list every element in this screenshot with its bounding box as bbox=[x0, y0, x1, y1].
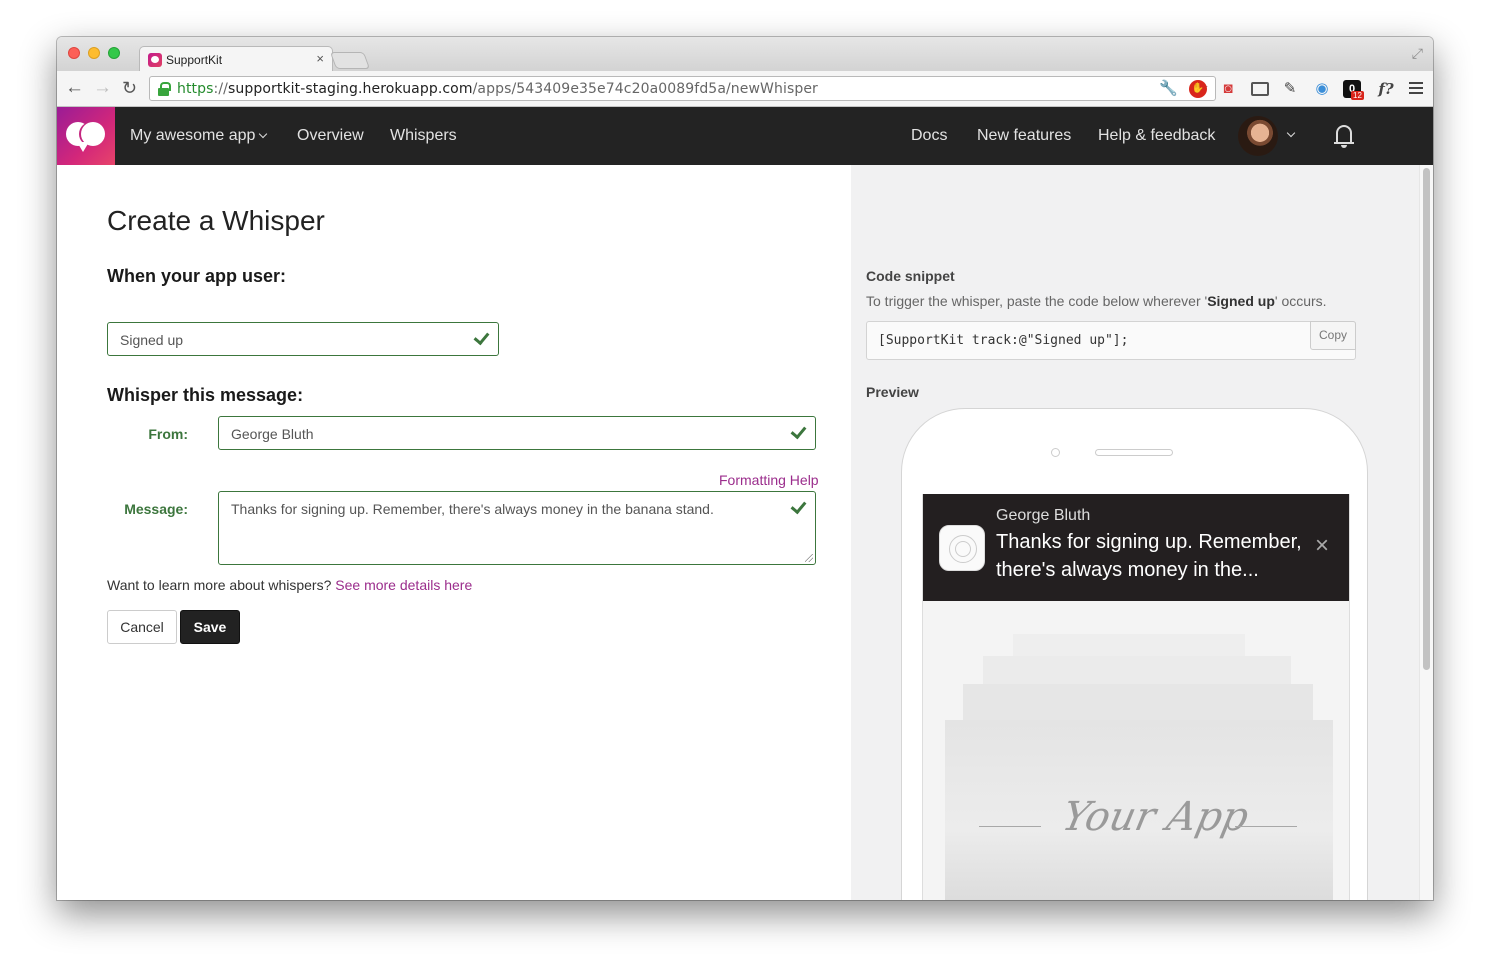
browser-tab[interactable]: SupportKit × bbox=[139, 46, 333, 72]
preview-panel: Code snippet To trigger the whisper, pas… bbox=[851, 165, 1419, 900]
nav-docs[interactable]: Docs bbox=[911, 127, 947, 145]
page-title: Create a Whisper bbox=[107, 205, 325, 236]
forward-arrow-icon[interactable]: → bbox=[93, 77, 112, 99]
cast-icon[interactable] bbox=[1251, 82, 1269, 96]
see-more-details-link[interactable]: See more details here bbox=[335, 577, 472, 593]
divider bbox=[1235, 826, 1297, 827]
window-minimize-button[interactable] bbox=[88, 47, 100, 59]
camera-icon[interactable]: ◉ bbox=[1313, 80, 1331, 98]
save-button[interactable]: Save bbox=[180, 610, 240, 644]
tab-close-icon[interactable]: × bbox=[316, 51, 324, 66]
reload-icon[interactable]: ↻ bbox=[122, 77, 137, 99]
back-arrow-icon[interactable]: ← bbox=[65, 77, 84, 99]
tab-title: SupportKit bbox=[166, 53, 223, 67]
copy-button[interactable]: Copy bbox=[1310, 321, 1356, 350]
checkmark-icon bbox=[791, 502, 805, 512]
code-snippet-box[interactable]: [SupportKit track:@"Signed up"]; Copy bbox=[866, 321, 1356, 360]
whisper-form: Create a Whisper When your app user: Sig… bbox=[57, 165, 851, 900]
logo-tail-icon bbox=[77, 142, 89, 152]
record-icon[interactable]: ◙ bbox=[1219, 80, 1237, 98]
address-bar[interactable]: https://supportkit-staging.herokuapp.com… bbox=[149, 76, 1216, 101]
browser-toolbar: ← → ↻ https://supportkit-staging.herokua… bbox=[57, 71, 1433, 107]
bell-icon[interactable] bbox=[1334, 123, 1354, 149]
wrench-icon[interactable]: 🔧 bbox=[1159, 80, 1178, 98]
new-tab-button[interactable] bbox=[329, 52, 371, 69]
fullscreen-icon[interactable]: ⤢ bbox=[1412, 45, 1423, 62]
code-snippet-heading: Code snippet bbox=[866, 268, 955, 284]
font-icon[interactable]: f? bbox=[1375, 80, 1397, 98]
message-textarea[interactable]: Thanks for signing up. Remember, there's… bbox=[218, 491, 816, 565]
phone-mockup: Your App George Bluth Thanks for signing… bbox=[901, 408, 1368, 900]
whisper-heading: Whisper this message: bbox=[107, 385, 304, 405]
adblock-icon[interactable]: ✋ bbox=[1189, 80, 1207, 98]
code-snippet-description: To trigger the whisper, paste the code b… bbox=[866, 293, 1327, 309]
resize-grip-icon[interactable] bbox=[805, 554, 813, 562]
divider bbox=[979, 826, 1041, 827]
nav-overview[interactable]: Overview bbox=[297, 127, 364, 145]
nav-help-feedback[interactable]: Help & feedback bbox=[1098, 127, 1215, 145]
app-navbar: My awesome app Overview Whispers Docs Ne… bbox=[57, 107, 1433, 165]
window-maximize-button[interactable] bbox=[108, 47, 120, 59]
when-heading: When your app user: bbox=[107, 266, 287, 286]
whisper-notification: George Bluth Thanks for signing up. Reme… bbox=[923, 494, 1349, 601]
learn-more-text: Want to learn more about whispers? See m… bbox=[107, 577, 473, 593]
event-input[interactable]: Signed up bbox=[107, 322, 499, 356]
close-icon[interactable]: × bbox=[1315, 532, 1329, 560]
phone-screen: Your App George Bluth Thanks for signing… bbox=[922, 494, 1350, 900]
phone-speaker-icon bbox=[1095, 449, 1173, 456]
supportkit-favicon-icon bbox=[148, 53, 162, 67]
whisper-text: Thanks for signing up. Remember, there's… bbox=[996, 531, 1302, 581]
scrollbar[interactable] bbox=[1419, 165, 1433, 900]
url-text: https://supportkit-staging.herokuapp.com… bbox=[177, 81, 818, 97]
tab-strip: SupportKit × ⤢ bbox=[57, 37, 1433, 72]
from-label: From: bbox=[148, 426, 188, 442]
app-icon bbox=[939, 525, 985, 571]
formatting-help-link[interactable]: Formatting Help bbox=[719, 472, 819, 488]
eyedropper-icon[interactable]: ✎ bbox=[1281, 80, 1299, 98]
from-input[interactable]: George Bluth bbox=[218, 416, 816, 450]
nav-whispers[interactable]: Whispers bbox=[390, 127, 457, 145]
nav-new-features[interactable]: New features bbox=[977, 127, 1071, 145]
your-app-placeholder: Your App bbox=[1058, 794, 1253, 840]
avatar-chevron-down-icon[interactable] bbox=[1286, 128, 1296, 138]
browser-menu-icon[interactable] bbox=[1409, 82, 1423, 94]
chevron-down-icon bbox=[259, 129, 268, 139]
message-label: Message: bbox=[124, 501, 188, 517]
scrollbar-thumb[interactable] bbox=[1423, 168, 1430, 670]
window-close-button[interactable] bbox=[68, 47, 80, 59]
extension-badge: 12 bbox=[1351, 91, 1364, 100]
phone-camera-icon bbox=[1051, 448, 1060, 457]
supportkit-logo[interactable] bbox=[57, 107, 115, 165]
preview-heading: Preview bbox=[866, 384, 919, 400]
app-selector-dropdown[interactable]: My awesome app bbox=[130, 127, 268, 145]
cancel-button[interactable]: Cancel bbox=[107, 610, 177, 644]
checkmark-icon bbox=[474, 333, 488, 343]
user-avatar[interactable] bbox=[1238, 116, 1278, 156]
checkmark-icon bbox=[791, 427, 805, 437]
browser-window: SupportKit × ⤢ ← → ↻ https://supportkit-… bbox=[57, 37, 1433, 900]
ssl-lock-icon bbox=[158, 82, 171, 96]
whisper-sender: George Bluth bbox=[996, 507, 1091, 524]
code-snippet-text[interactable]: [SupportKit track:@"Signed up"]; bbox=[878, 333, 1128, 348]
